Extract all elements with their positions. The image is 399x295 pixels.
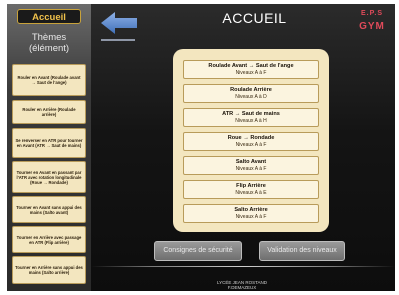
menu-item-title: Roulade Avant → Saut de l'ange: [208, 63, 294, 69]
menu-item-salto-arriere[interactable]: Salto Arrière Niveaux A à F: [183, 204, 319, 223]
menu-item-title: Roulade Arrière: [230, 87, 272, 93]
menu-item-title: Salto Avant: [235, 159, 267, 165]
sidebar-item-flip-arriere[interactable]: Tourner en Arrière avec passage en ATR (…: [12, 226, 86, 253]
menu-item-salto-avant[interactable]: Salto Avant Niveaux A à F: [183, 156, 319, 175]
menu-item-level: Niveaux A à H: [235, 118, 267, 124]
app-screen: Accueil Thèmes (élément) Rouler en Avant…: [7, 4, 395, 291]
menu-item-level: Niveaux A à F: [235, 142, 267, 148]
themes-heading-line1: Thèmes: [31, 32, 67, 43]
logo-text-top: E.P.S: [361, 10, 383, 17]
footer: LYCÉE JEAN ROSTAND F.DEMAZEUX: [177, 280, 307, 290]
back-arrow-icon[interactable]: [101, 12, 137, 34]
menu-item-roulade-arriere[interactable]: Roulade Arrière Niveaux A à D: [183, 84, 319, 103]
themes-heading-line2: (élément): [28, 43, 70, 54]
page-title: ACCUEIL: [222, 10, 287, 26]
divider-line: [91, 266, 395, 267]
back-underline: [101, 39, 135, 41]
menu-item-level: Niveaux A à F: [235, 214, 267, 220]
menu-item-title: Flip Arrière: [236, 183, 266, 189]
sidebar: Accueil Thèmes (élément) Rouler en Avant…: [7, 4, 91, 291]
sidebar-item-atr-avant[interactable]: Se renverser en ATR pour tourner en Avan…: [12, 128, 86, 158]
menu-item-level: Niveaux A à F: [235, 166, 267, 172]
sidebar-item-rouler-avant[interactable]: Rouler en Avant (Roulade avant → Saut de…: [12, 64, 86, 96]
sidebar-item-rouler-arriere[interactable]: Rouler en Arrière (Roulade arrière): [12, 100, 86, 124]
menu-item-atr-saut-de-mains[interactable]: ATR → Saut de mains Niveaux A à H: [183, 108, 319, 127]
menu-item-roulade-avant[interactable]: Roulade Avant → Saut de l'ange Niveaux A…: [183, 60, 319, 79]
logo-text-bottom: GYM: [359, 21, 385, 32]
menu-item-title: Roue → Rondade: [227, 135, 275, 141]
sidebar-item-salto-avant[interactable]: Tourner en Avant sans appui des mains (S…: [12, 196, 86, 223]
menu-item-title: ATR → Saut de mains: [222, 111, 280, 117]
sidebar-item-salto-arriere[interactable]: Tourner en Arrière sans appui des mains …: [12, 256, 86, 284]
home-button[interactable]: Accueil: [17, 9, 81, 24]
menu-item-level: Niveaux A à E: [235, 190, 267, 196]
footer-author: F.DEMAZEUX: [227, 285, 257, 290]
themes-heading: Thèmes (élément): [9, 32, 89, 54]
sidebar-item-rotation-longitudinale[interactable]: Tourner en Avant en passant par l'ATR av…: [12, 161, 86, 193]
menu-item-roue-rondade[interactable]: Roue → Rondade Niveaux A à F: [183, 132, 319, 151]
menu-item-flip-arriere[interactable]: Flip Arrière Niveaux A à E: [183, 180, 319, 199]
menu-item-level: Niveaux A à D: [235, 94, 267, 100]
menu-item-title: Salto Arrière: [234, 207, 268, 213]
safety-instructions-button[interactable]: Consignes de sécurité: [154, 241, 242, 261]
eps-gym-logo: E.P.S GYM: [352, 10, 392, 38]
exercise-menu-panel: Roulade Avant → Saut de l'ange Niveaux A…: [173, 49, 329, 232]
menu-item-level: Niveaux A à F: [235, 70, 267, 76]
level-validation-button[interactable]: Validation des niveaux: [259, 241, 345, 261]
